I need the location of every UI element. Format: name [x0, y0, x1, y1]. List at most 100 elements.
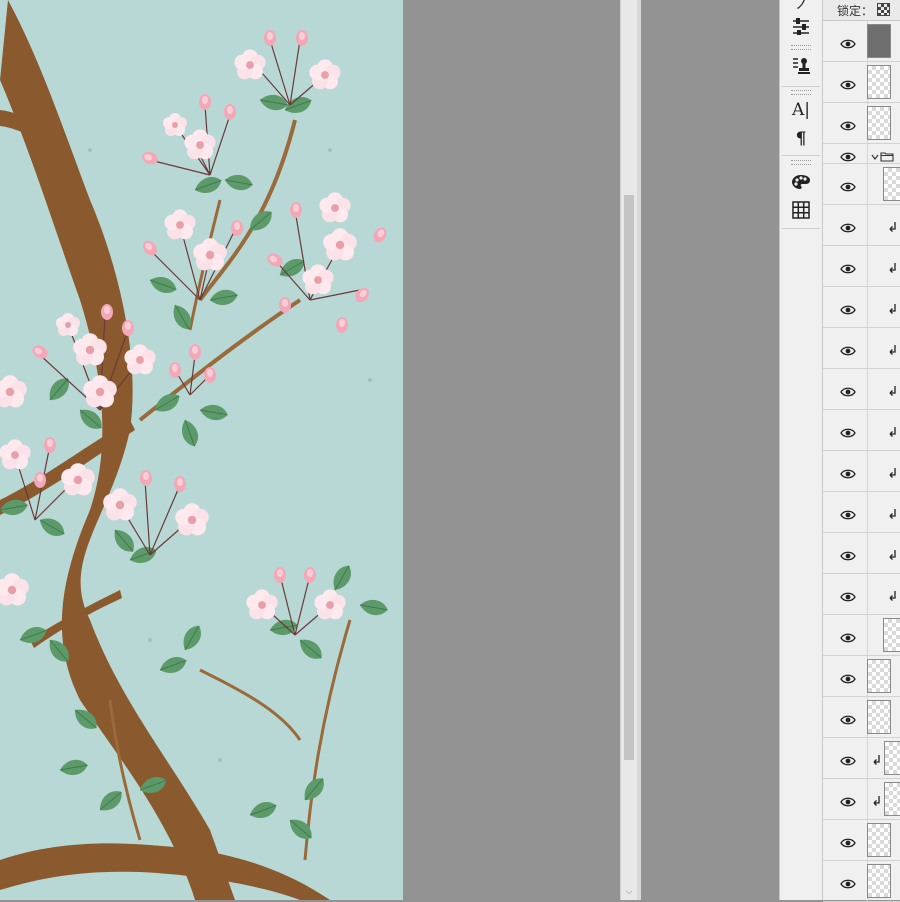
- eye-icon[interactable]: [840, 219, 856, 233]
- layer-row[interactable]: [823, 492, 900, 533]
- visibility-column: [831, 103, 868, 143]
- layer-thumbnail[interactable]: [883, 167, 900, 201]
- visibility-column: [831, 492, 868, 532]
- lock-label: 锁定：: [837, 4, 874, 18]
- layer-thumbnail[interactable]: [867, 65, 891, 99]
- sliders-icon[interactable]: [787, 14, 815, 38]
- layer-row[interactable]: [823, 861, 900, 902]
- layer-thumbnail[interactable]: [884, 741, 900, 775]
- layer-row[interactable]: [823, 697, 900, 738]
- layer-thumbnail[interactable]: [867, 823, 891, 857]
- layer-thumbnail[interactable]: [867, 106, 891, 140]
- eye-icon[interactable]: [840, 35, 856, 49]
- eye-icon[interactable]: [840, 424, 856, 438]
- layer-row[interactable]: [823, 656, 900, 697]
- eye-icon[interactable]: [840, 148, 856, 161]
- layer-row[interactable]: [823, 779, 900, 820]
- layer-row[interactable]: [823, 574, 900, 615]
- cherry-blossom-illustration: [0, 0, 403, 900]
- visibility-column: [831, 697, 868, 737]
- folder-icon: [880, 147, 894, 162]
- eye-icon[interactable]: [840, 506, 856, 520]
- layer-row[interactable]: [823, 410, 900, 451]
- chevron-down-icon[interactable]: [870, 147, 880, 160]
- visibility-column: [831, 246, 868, 286]
- layer-thumbnail[interactable]: [867, 24, 891, 58]
- eye-icon[interactable]: [840, 793, 856, 807]
- panel-grip[interactable]: [791, 160, 811, 165]
- eye-icon[interactable]: [840, 465, 856, 479]
- clipping-mask-icon: [889, 259, 897, 273]
- artwork-image[interactable]: [0, 0, 403, 900]
- visibility-column: [831, 861, 868, 901]
- grid-icon[interactable]: [787, 198, 815, 222]
- eye-icon[interactable]: [840, 383, 856, 397]
- clipping-mask-icon: [889, 423, 897, 437]
- panel-toolstrip: A| ¶: [779, 0, 823, 900]
- layer-row[interactable]: [823, 615, 900, 656]
- eye-icon[interactable]: [840, 834, 856, 848]
- layer-row[interactable]: [823, 369, 900, 410]
- panel-grip[interactable]: [791, 90, 811, 95]
- scrollbar-thumb[interactable]: [624, 195, 634, 760]
- visibility-column: [831, 574, 868, 614]
- character-icon[interactable]: A|: [787, 98, 815, 122]
- layer-thumbnail[interactable]: [867, 864, 891, 898]
- layer-row[interactable]: [823, 103, 900, 144]
- visibility-column: [831, 410, 868, 450]
- document-canvas[interactable]: [0, 0, 620, 900]
- eye-icon[interactable]: [840, 588, 856, 602]
- layer-row[interactable]: [823, 205, 900, 246]
- layer-row[interactable]: [823, 820, 900, 861]
- eye-icon[interactable]: [840, 76, 856, 90]
- stamp-icon[interactable]: [787, 54, 815, 78]
- visibility-column: [831, 205, 868, 245]
- eye-icon[interactable]: [840, 752, 856, 766]
- clipping-mask-icon: [873, 792, 881, 806]
- layer-row[interactable]: [823, 328, 900, 369]
- clipping-mask-icon: [889, 587, 897, 601]
- layer-row[interactable]: [823, 451, 900, 492]
- eye-icon[interactable]: [840, 670, 856, 684]
- panel-grip[interactable]: [791, 45, 811, 50]
- brush-icon[interactable]: [787, 0, 815, 14]
- lock-bar: 锁定：: [823, 0, 900, 21]
- layer-group-row[interactable]: [823, 144, 900, 164]
- eye-icon[interactable]: [840, 117, 856, 131]
- clipping-mask-icon: [873, 751, 881, 765]
- layer-row[interactable]: [823, 738, 900, 779]
- clipping-mask-icon: [889, 546, 897, 560]
- layer-row[interactable]: [823, 21, 900, 62]
- eye-icon[interactable]: [840, 342, 856, 356]
- clipping-mask-icon: [889, 341, 897, 355]
- vertical-scrollbar[interactable]: ⌵: [620, 0, 637, 900]
- visibility-column: [831, 287, 868, 327]
- visibility-column: [831, 451, 868, 491]
- layer-thumbnail[interactable]: [867, 659, 891, 693]
- eye-icon[interactable]: [840, 711, 856, 725]
- clipping-mask-icon: [889, 300, 897, 314]
- visibility-column: [831, 779, 868, 819]
- layer-row[interactable]: [823, 287, 900, 328]
- palette-icon[interactable]: [787, 170, 815, 194]
- layer-row[interactable]: [823, 164, 900, 205]
- layer-thumbnail[interactable]: [867, 700, 891, 734]
- visibility-column: [831, 533, 868, 573]
- layer-row[interactable]: [823, 62, 900, 103]
- layer-thumbnail[interactable]: [883, 618, 900, 652]
- scroll-down-arrow-icon[interactable]: ⌵: [624, 887, 634, 897]
- layer-row[interactable]: [823, 533, 900, 574]
- eye-icon[interactable]: [840, 178, 856, 192]
- lock-transparency-icon[interactable]: [877, 3, 890, 16]
- layer-thumbnail[interactable]: [884, 782, 900, 816]
- visibility-column: [831, 656, 868, 696]
- visibility-column: [831, 164, 868, 204]
- eye-icon[interactable]: [840, 547, 856, 561]
- eye-icon[interactable]: [840, 301, 856, 315]
- paragraph-icon[interactable]: ¶: [787, 127, 815, 151]
- layer-row[interactable]: [823, 246, 900, 287]
- eye-icon[interactable]: [840, 629, 856, 643]
- secondary-canvas[interactable]: [641, 0, 779, 900]
- eye-icon[interactable]: [840, 875, 856, 889]
- eye-icon[interactable]: [840, 260, 856, 274]
